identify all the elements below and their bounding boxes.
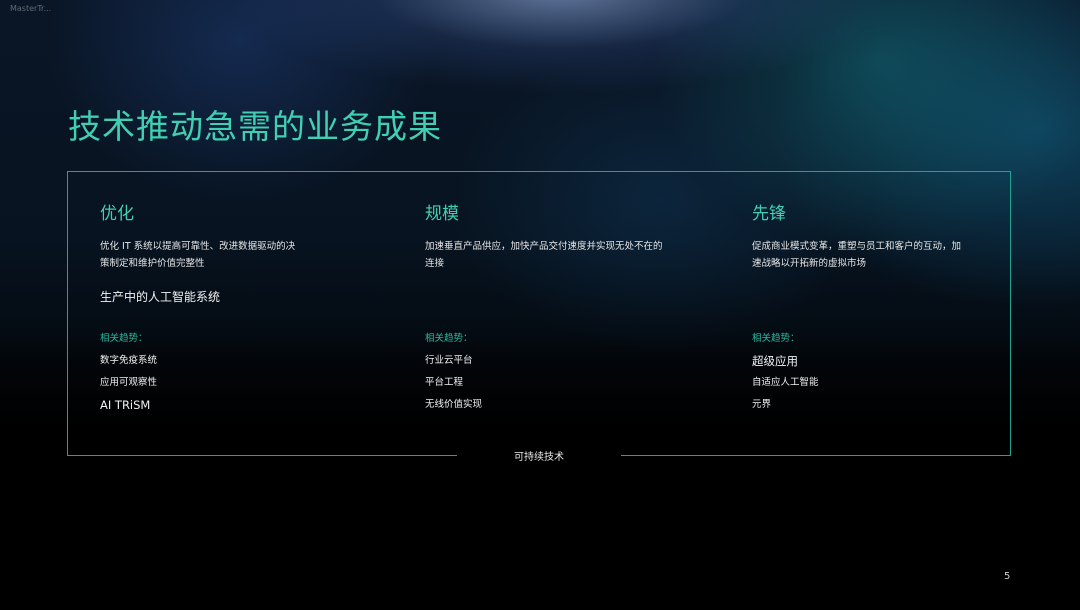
- related-trends-label: 相关趋势：: [425, 333, 473, 344]
- column-description: 优化 IT 系统以提高可靠性、改进数据驱动的决 策制定和维护价值完整性: [100, 238, 350, 272]
- trend-list: 行业云平台 平台工程 无线价值实现: [425, 353, 482, 419]
- background-fade: [0, 330, 1080, 440]
- slide-title: 技术推动急需的业务成果: [68, 107, 442, 146]
- frame-border-bottom-left: [67, 455, 457, 456]
- trend-item: 超级应用: [752, 354, 798, 368]
- column-subheading: [425, 288, 675, 306]
- frame-border-top: [67, 171, 1011, 172]
- column-heading: 规模: [425, 204, 459, 224]
- trend-item: 平台工程: [425, 377, 464, 388]
- description-line: 策制定和维护价值完整性: [100, 258, 205, 269]
- column-optimize: 优化 优化 IT 系统以提高可靠性、改进数据驱动的决 策制定和维护价值完整性 生…: [100, 200, 350, 412]
- column-heading: 优化: [100, 204, 134, 224]
- trend-item: 元界: [752, 399, 772, 410]
- slide: MasterTr... 技术推动急需的业务成果 可持续技术 优化 优化 IT 系…: [0, 0, 1080, 610]
- trend-item: 数字免疫系统: [100, 355, 158, 366]
- column-scale: 规模 加速垂直产品供应，加快产品交付速度并实现无处不在的 连接 相关趋势： 行业…: [425, 200, 675, 410]
- trend-item: 行业云平台: [425, 355, 473, 366]
- description-line: 优化 IT 系统以提高可靠性、改进数据驱动的决: [100, 241, 296, 252]
- trend-item: AI TRiSM: [100, 398, 151, 412]
- column-pioneer: 先锋 促成商业模式变革，重塑与员工和客户的互动，加 速战略以开拓新的虚拟市场 相…: [752, 200, 1002, 410]
- sustainable-technology-label: 可持续技术: [514, 452, 564, 463]
- description-line: 连接: [425, 258, 445, 269]
- description-line: 速战略以开拓新的虚拟市场: [752, 258, 867, 269]
- trend-list: 超级应用 自适应人工智能 元界: [752, 353, 819, 419]
- column-description: 促成商业模式变革，重塑与员工和客户的互动，加 速战略以开拓新的虚拟市场: [752, 238, 1002, 272]
- column-subheading: [752, 288, 1002, 306]
- frame-border-bottom-right: [621, 455, 1011, 456]
- frame-border-right: [1010, 171, 1011, 456]
- frame-border-left: [67, 171, 68, 456]
- watermark: MasterTr...: [10, 4, 52, 13]
- related-trends-label: 相关趋势：: [752, 333, 800, 344]
- description-line: 促成商业模式变革，重塑与员工和客户的互动，加: [752, 241, 962, 252]
- page-number: 5: [1004, 571, 1011, 582]
- trend-item: 无线价值实现: [425, 399, 483, 410]
- trend-item: 应用可观察性: [100, 377, 158, 388]
- column-heading: 先锋: [752, 204, 786, 224]
- column-subheading: 生产中的人工智能系统: [100, 290, 221, 304]
- description-line: 加速垂直产品供应，加快产品交付速度并实现无处不在的: [425, 241, 663, 252]
- trend-item: 自适应人工智能: [752, 377, 819, 388]
- trend-list: 数字免疫系统 应用可观察性 AI TRiSM: [100, 353, 157, 419]
- related-trends-label: 相关趋势：: [100, 333, 148, 344]
- column-description: 加速垂直产品供应，加快产品交付速度并实现无处不在的 连接: [425, 238, 675, 272]
